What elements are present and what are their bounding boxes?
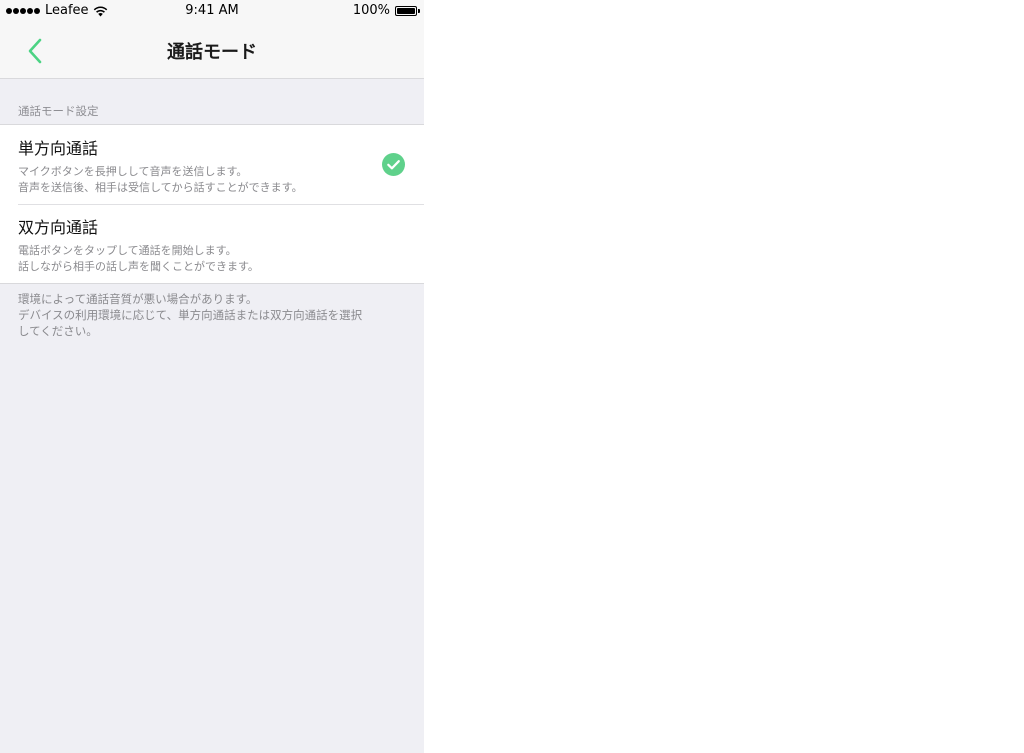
battery-icon bbox=[395, 5, 420, 16]
option-description-line: 電話ボタンをタップして通話を開始します。 bbox=[18, 244, 237, 257]
screen: Leafee 9:41 AM 100% 通話モード 通話モード設定 単方向通話 … bbox=[0, 0, 424, 753]
status-right: 100% bbox=[352, 3, 420, 18]
option-title: 単方向通話 bbox=[18, 139, 99, 158]
option-description-line: 音声を送信後、相手は受信してから話すことができます。 bbox=[18, 181, 303, 194]
option-description-line: 話しながら相手の話し声を聞くことができます。 bbox=[18, 260, 259, 273]
section-header: 通話モード設定 bbox=[18, 104, 99, 118]
footer-note-line: してください。 bbox=[18, 324, 98, 338]
call-mode-list: 単方向通話 マイクボタンを長押しして音声を送信します。 音声を送信後、相手は受信… bbox=[0, 124, 424, 284]
option-description: マイクボタンを長押しして音声を送信します。 音声を送信後、相手は受信してから話す… bbox=[18, 164, 303, 196]
option-description: 電話ボタンをタップして通話を開始します。 話しながら相手の話し声を聞くことができ… bbox=[18, 243, 259, 275]
option-one-way-call[interactable]: 単方向通話 マイクボタンを長押しして音声を送信します。 音声を送信後、相手は受信… bbox=[0, 125, 424, 204]
navigation-bar: 通話モード bbox=[0, 22, 424, 79]
status-bar: Leafee 9:41 AM 100% bbox=[0, 0, 424, 22]
option-title: 双方向通話 bbox=[18, 218, 99, 237]
footer-note-line: デバイスの利用環境に応じて、単方向通話または双方向通話を選択 bbox=[18, 308, 363, 322]
page-title: 通話モード bbox=[167, 42, 257, 63]
battery-percentage: 100% bbox=[352, 3, 390, 18]
footer-note-line: 環境によって通話音質が悪い場合があります。 bbox=[18, 292, 258, 306]
footer-note: 環境によって通話音質が悪い場合があります。 デバイスの利用環境に応じて、単方向通… bbox=[18, 291, 410, 339]
option-description-line: マイクボタンを長押しして音声を送信します。 bbox=[18, 165, 248, 178]
option-two-way-call[interactable]: 双方向通話 電話ボタンをタップして通話を開始します。 話しながら相手の話し声を聞… bbox=[0, 204, 424, 283]
checkmark-icon bbox=[382, 153, 405, 176]
